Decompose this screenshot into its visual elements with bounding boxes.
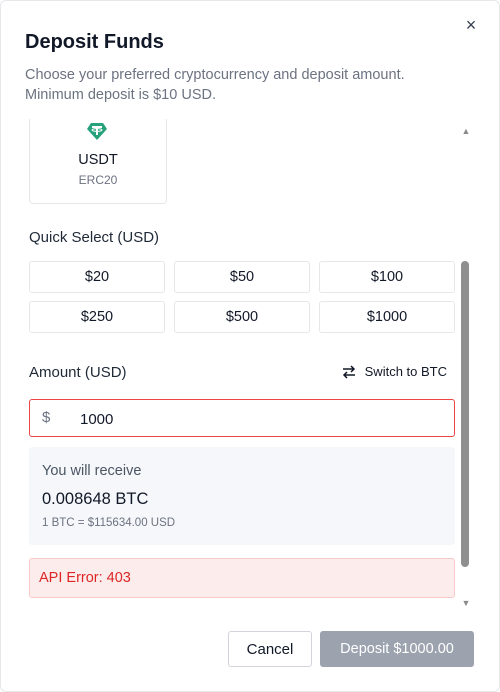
tether-icon bbox=[87, 123, 107, 140]
dollar-prefix: $ bbox=[42, 409, 51, 426]
deposit-dialog: × Deposit Funds Choose your preferred cr… bbox=[0, 0, 500, 692]
quick-select-1000-button[interactable]: $1000 bbox=[319, 301, 455, 333]
cancel-button[interactable]: Cancel bbox=[228, 631, 312, 667]
receive-label: You will receive bbox=[42, 463, 142, 479]
quick-select-grid: $20 $50 $100 $250 $500 $1000 bbox=[29, 261, 455, 333]
dialog-subtitle: Choose your preferred cryptocurrency and… bbox=[25, 67, 405, 103]
error-alert: API Error: 403 bbox=[29, 558, 455, 598]
dialog-scroll-content[interactable]: USDT ERC20 Quick Select (USD) $20 $50 $1… bbox=[29, 119, 457, 609]
amount-input[interactable] bbox=[78, 400, 442, 438]
quick-select-20-button[interactable]: $20 bbox=[29, 261, 165, 293]
quick-select-label: Quick Select (USD) bbox=[29, 229, 160, 246]
amount-field: $ bbox=[29, 399, 455, 438]
swap-arrows-icon bbox=[342, 364, 355, 379]
quick-select-250-button[interactable]: $250 bbox=[29, 301, 165, 333]
scroll-up-icon[interactable]: ▲ bbox=[459, 125, 473, 137]
receive-amount: 0.008648 BTC bbox=[42, 490, 149, 508]
scrollbar-thumb[interactable] bbox=[461, 261, 469, 567]
receive-summary: You will receive 0.008648 BTC 1 BTC = $1… bbox=[29, 447, 455, 545]
error-message: API Error: 403 bbox=[39, 570, 131, 586]
crypto-name: USDT bbox=[78, 152, 118, 168]
scroll-down-icon[interactable]: ▼ bbox=[459, 597, 473, 609]
deposit-button[interactable]: Deposit $1000.00 bbox=[320, 631, 474, 667]
switch-currency-button[interactable]: Switch to BTC bbox=[341, 364, 447, 379]
dialog-title: Deposit Funds bbox=[25, 31, 164, 53]
close-icon[interactable]: × bbox=[463, 16, 479, 34]
quick-select-100-button[interactable]: $100 bbox=[319, 261, 455, 293]
crypto-network: ERC20 bbox=[78, 173, 118, 187]
amount-label: Amount (USD) bbox=[29, 364, 127, 381]
quick-select-500-button[interactable]: $500 bbox=[174, 301, 310, 333]
quick-select-50-button[interactable]: $50 bbox=[174, 261, 310, 293]
crypto-option-usdt[interactable]: USDT ERC20 bbox=[29, 119, 167, 204]
scrollbar[interactable]: ▲ ▼ bbox=[459, 121, 473, 611]
switch-currency-label: Switch to BTC bbox=[364, 364, 447, 379]
exchange-rate: 1 BTC = $115634.00 USD bbox=[42, 517, 176, 529]
